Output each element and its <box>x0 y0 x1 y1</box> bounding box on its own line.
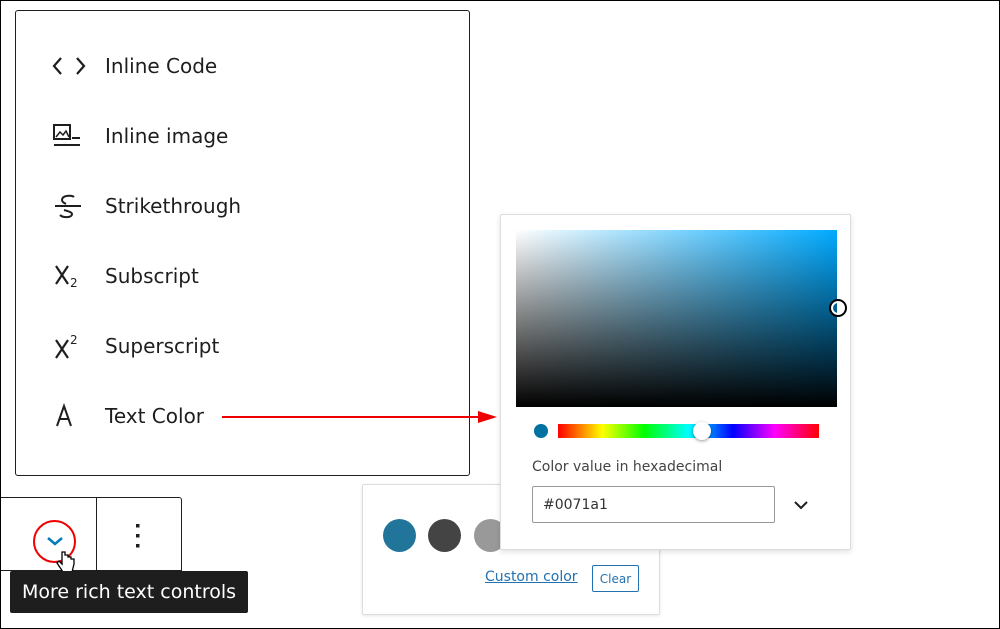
current-color-indicator <box>534 424 548 438</box>
hex-label: Color value in hexadecimal <box>532 459 723 475</box>
more-vertical-icon <box>136 524 140 548</box>
menu-item-label: Strikethrough <box>105 194 242 218</box>
menu-item-label: Text Color <box>105 404 205 428</box>
rich-text-menu: Inline Code Inline image Strikethrough 2… <box>15 10 470 476</box>
chevron-down-icon <box>47 537 63 546</box>
menu-item-subscript[interactable]: 2 Subscript <box>52 256 199 296</box>
svg-text:2: 2 <box>70 333 78 347</box>
block-toolbar <box>0 497 182 573</box>
hue-slider[interactable] <box>558 422 819 440</box>
image-icon <box>52 121 88 151</box>
menu-item-superscript[interactable]: 2 Superscript <box>52 326 219 366</box>
options-button[interactable] <box>97 498 181 570</box>
menu-item-text-color[interactable]: Text Color <box>52 396 204 436</box>
menu-item-label: Inline Code <box>105 54 218 78</box>
menu-item-label: Inline image <box>105 124 229 148</box>
text-color-icon <box>52 401 88 431</box>
hue-slider-handle[interactable] <box>692 422 711 440</box>
color-swatch[interactable] <box>428 519 461 552</box>
menu-item-label: Subscript <box>105 264 199 288</box>
custom-color-link[interactable]: Custom color <box>485 569 578 585</box>
chevron-down-icon[interactable] <box>792 498 810 512</box>
superscript-icon: 2 <box>52 331 88 361</box>
hex-input[interactable] <box>532 486 775 523</box>
saturation-area[interactable] <box>516 230 847 407</box>
color-swatch[interactable] <box>383 519 416 552</box>
subscript-icon: 2 <box>52 261 88 291</box>
more-rich-text-controls-button[interactable] <box>0 498 97 573</box>
menu-item-strikethrough[interactable]: Strikethrough <box>52 186 241 226</box>
strikethrough-icon <box>52 191 88 221</box>
menu-item-inline-image[interactable]: Inline image <box>52 116 228 156</box>
clear-button[interactable]: Clear <box>592 565 639 592</box>
menu-item-inline-code[interactable]: Inline Code <box>52 46 217 86</box>
menu-item-label: Superscript <box>105 334 220 358</box>
svg-text:2: 2 <box>70 276 78 290</box>
saturation-handle[interactable] <box>829 299 847 317</box>
code-icon <box>52 51 88 81</box>
tooltip: More rich text controls <box>10 571 248 613</box>
color-picker-popover: Color value in hexadecimal <box>500 214 851 550</box>
annotation-arrow <box>222 411 497 423</box>
